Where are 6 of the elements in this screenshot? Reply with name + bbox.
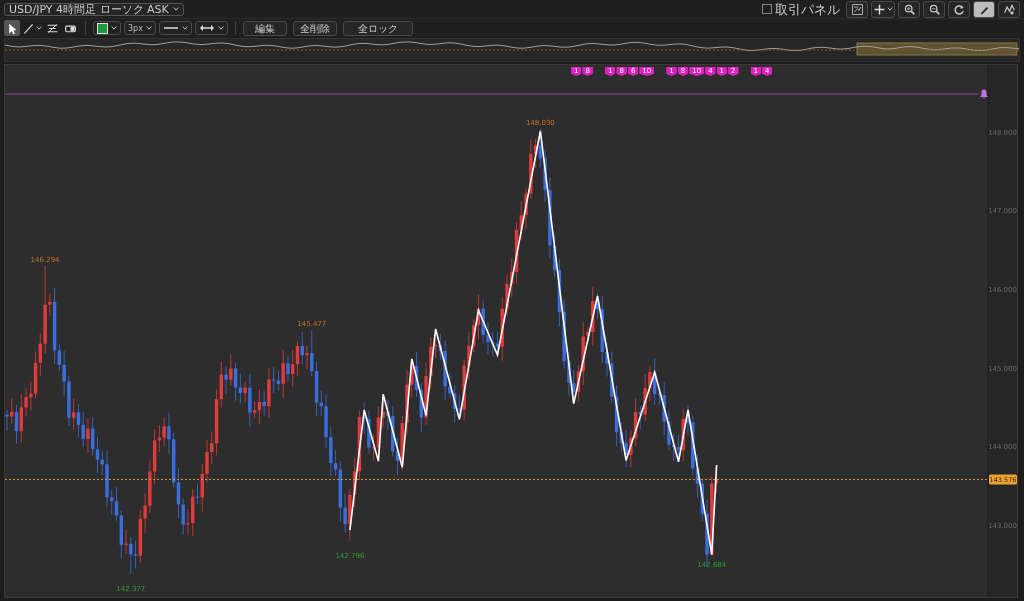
action-button[interactable]: 編集 [242, 20, 287, 36]
action-button[interactable]: 全削除 [292, 20, 337, 36]
action-button[interactable]: 全ロック [342, 20, 413, 36]
line-width-dropdown[interactable]: 3px [124, 21, 156, 35]
symbol-dropdown[interactable]: USD/JPY 4時間足 ローソク ASK [4, 2, 184, 16]
trade-panel-label: 取引パネル [775, 1, 840, 17]
